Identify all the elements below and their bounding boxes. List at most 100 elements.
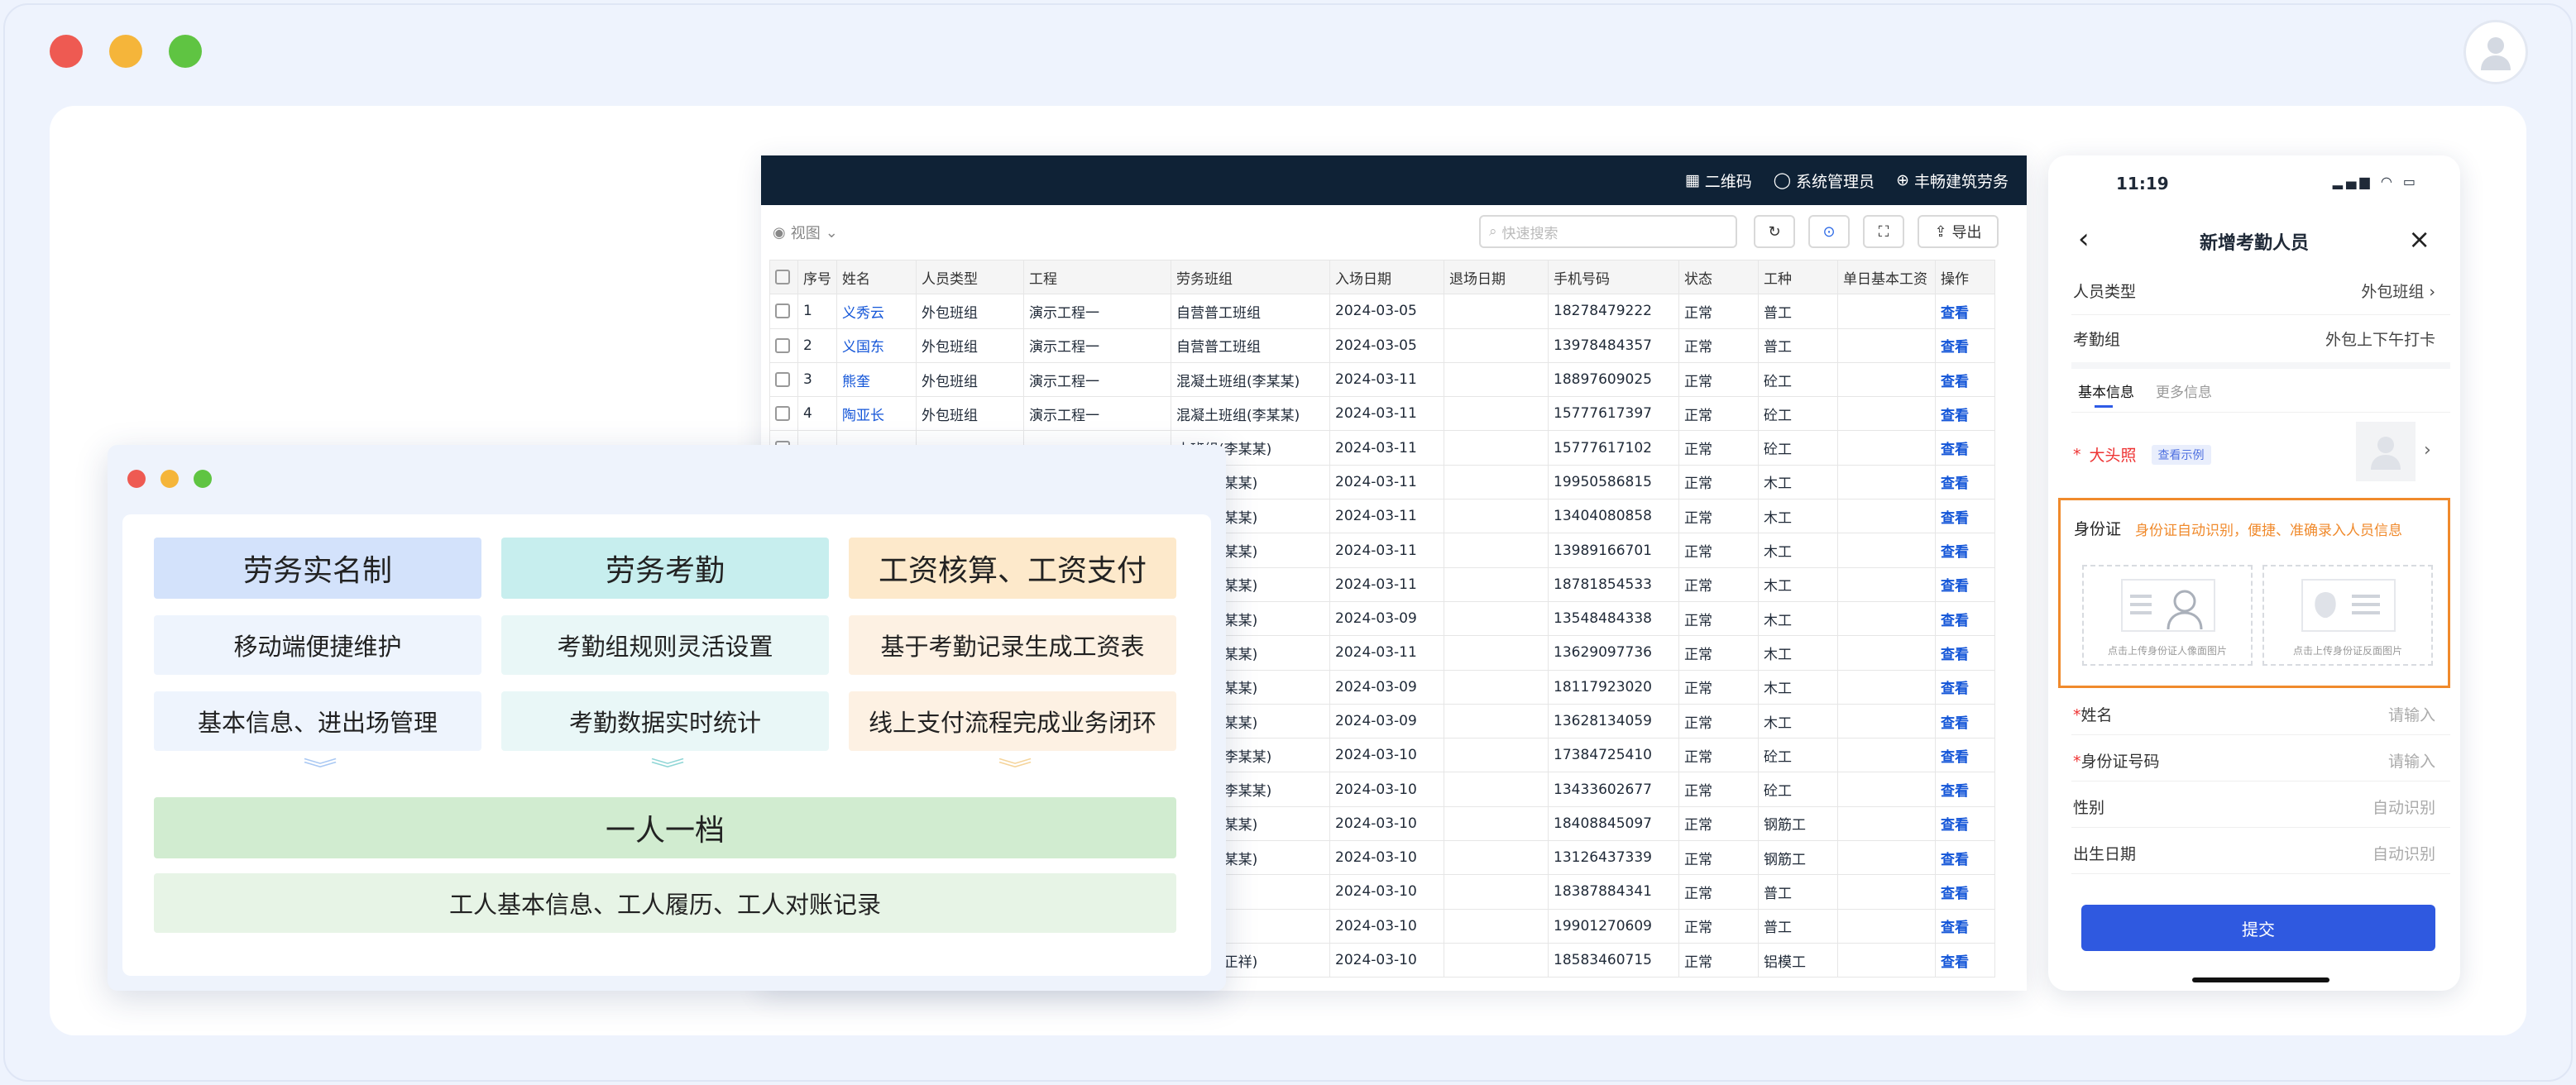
chevron-right-icon: ›	[2429, 283, 2435, 301]
column-header[interactable]: 状态	[1678, 259, 1759, 295]
settings-button[interactable]: ⊙	[1808, 215, 1850, 248]
row-select-cell[interactable]	[769, 361, 798, 398]
upload-id-back[interactable]: 点击上传身份证反面图片	[2262, 565, 2433, 666]
row-checkbox[interactable]	[775, 372, 790, 388]
table-cell: 2	[797, 327, 837, 363]
name-field[interactable]: *姓名 请输入	[2073, 703, 2435, 725]
column-header[interactable]: 劳务班组	[1171, 259, 1330, 295]
view-link[interactable]: 查看	[1935, 772, 1995, 807]
close-icon[interactable]: ×	[2408, 225, 2430, 253]
column-header[interactable]: 入场日期	[1329, 259, 1444, 295]
worker-name-link[interactable]: 义秀云	[836, 294, 917, 329]
view-link[interactable]: 查看	[1935, 738, 1995, 773]
window-zoom-button[interactable]	[169, 35, 202, 68]
row-checkbox[interactable]	[775, 337, 790, 353]
select-all-checkbox[interactable]	[775, 270, 790, 285]
column-header[interactable]: 单日基本工资	[1837, 259, 1936, 295]
divider	[2071, 734, 2450, 735]
table-cell	[1444, 669, 1549, 705]
column-header[interactable]: 序号	[797, 259, 837, 295]
view-link[interactable]: 查看	[1935, 533, 1995, 568]
select-all-cell[interactable]	[769, 259, 798, 295]
table-cell: 19950586815	[1548, 464, 1679, 500]
feature-header-payroll: 工资核算、工资支付	[849, 538, 1176, 599]
view-link[interactable]: 查看	[1935, 908, 1995, 944]
birth-date-field[interactable]: 出生日期 自动识别	[2073, 842, 2435, 864]
table-cell: 外包班组	[916, 294, 1024, 329]
view-link[interactable]: 查看	[1935, 294, 1995, 329]
qrcode-link[interactable]: ▦ 二维码	[1685, 170, 1752, 192]
table-row[interactable]: 3 熊奎 外包班组 演示工程一 混凝土班组(李某某) 2024-03-11 18897609…	[769, 361, 1995, 398]
worker-name-link[interactable]: 义国东	[836, 327, 917, 363]
table-row[interactable]: 4 陶亚长 外包班组 演示工程一 混凝土班组(李某某) 2024-03-11 1577761…	[769, 396, 1995, 432]
user-avatar[interactable]	[2463, 20, 2528, 84]
export-button[interactable]: ⇪ 导出	[1918, 215, 1999, 248]
column-header[interactable]: 手机号码	[1548, 259, 1679, 295]
row-select-cell[interactable]	[769, 396, 798, 432]
view-button[interactable]: ◉ 视图 ⌄	[773, 222, 838, 243]
person-type-row[interactable]: 人员类型 外包班组 ›	[2073, 280, 2435, 302]
table-cell	[1837, 533, 1936, 568]
view-link[interactable]: 查看	[1935, 566, 1995, 602]
view-link[interactable]: 查看	[1935, 840, 1995, 876]
row-checkbox[interactable]	[775, 304, 790, 319]
view-link[interactable]: 查看	[1935, 874, 1995, 910]
column-header[interactable]: 操作	[1935, 259, 1995, 295]
view-link[interactable]: 查看	[1935, 942, 1995, 978]
row-checkbox[interactable]	[775, 406, 790, 422]
worker-name-link[interactable]: 熊奎	[836, 361, 917, 398]
form-title: 新增考勤人员	[2199, 233, 2309, 254]
table-cell: 正常	[1678, 874, 1759, 910]
view-link[interactable]: 查看	[1935, 464, 1995, 500]
worker-name-link[interactable]: 陶亚长	[836, 396, 917, 432]
table-cell: 13989166701	[1548, 533, 1679, 568]
view-link[interactable]: 查看	[1935, 805, 1995, 842]
view-link[interactable]: 查看	[1935, 669, 1995, 705]
view-link[interactable]: 查看	[1935, 703, 1995, 739]
view-link[interactable]: 查看	[1935, 361, 1995, 398]
table-cell	[1837, 772, 1936, 807]
tab-more-info[interactable]: 更多信息	[2156, 380, 2212, 401]
table-cell	[1837, 430, 1936, 466]
view-link[interactable]: 查看	[1935, 600, 1995, 637]
table-cell: 15777617397	[1548, 396, 1679, 432]
table-row[interactable]: 1 义秀云 外包班组 演示工程一 自营普工班组 2024-03-05 18278479222…	[769, 294, 1995, 329]
id-number-field[interactable]: *身份证号码 请输入	[2073, 749, 2435, 772]
company-link[interactable]: ⊕ 丰畅建筑劳务	[1896, 170, 2009, 192]
attendance-group-row[interactable]: 考勤组 外包上下午打卡	[2073, 327, 2435, 350]
refresh-button[interactable]: ↻	[1754, 215, 1795, 248]
view-link[interactable]: 查看	[1935, 430, 1995, 466]
view-link[interactable]: 查看	[1935, 635, 1995, 671]
window-close-button[interactable]	[50, 35, 83, 68]
row-select-cell[interactable]	[769, 327, 798, 363]
view-link[interactable]: 查看	[1935, 327, 1995, 363]
search-input[interactable]: ⌕ 快速搜索	[1479, 215, 1737, 248]
chevron-down-icon: ︾	[998, 758, 1032, 782]
card-zoom-dot	[194, 470, 212, 488]
gender-field[interactable]: 性别 自动识别	[2073, 796, 2435, 818]
tab-basic-info[interactable]: 基本信息	[2078, 380, 2134, 401]
view-link[interactable]: 查看	[1935, 396, 1995, 432]
row-select-cell[interactable]	[769, 294, 798, 329]
fullscreen-button[interactable]: ⛶	[1863, 215, 1904, 248]
column-header[interactable]: 工种	[1758, 259, 1838, 295]
column-header[interactable]: 退场日期	[1444, 259, 1549, 295]
column-header[interactable]: 工程	[1023, 259, 1171, 295]
table-cell: 正常	[1678, 772, 1759, 807]
refresh-icon: ↻	[1768, 222, 1781, 241]
table-cell	[1837, 738, 1936, 773]
chevron-down-icon: ⌄	[825, 223, 838, 241]
photo-example-badge[interactable]: 查看示例	[2151, 444, 2211, 465]
table-cell: 正常	[1678, 942, 1759, 978]
submit-button[interactable]: 提交	[2081, 905, 2435, 951]
photo-row[interactable]: * 大头照 查看示例	[2073, 443, 2211, 466]
column-header[interactable]: 姓名	[836, 259, 917, 295]
photo-placeholder[interactable]	[2356, 422, 2416, 481]
table-cell: 正常	[1678, 635, 1759, 671]
view-link[interactable]: 查看	[1935, 499, 1995, 534]
window-minimize-button[interactable]	[109, 35, 142, 68]
column-header[interactable]: 人员类型	[916, 259, 1024, 295]
table-row[interactable]: 2 义国东 外包班组 演示工程一 自营普工班组 2024-03-05 13978484357…	[769, 327, 1995, 363]
upload-id-front[interactable]: 点击上传身份证人像面图片	[2082, 565, 2253, 666]
admin-link[interactable]: ◯ 系统管理员	[1774, 170, 1875, 192]
